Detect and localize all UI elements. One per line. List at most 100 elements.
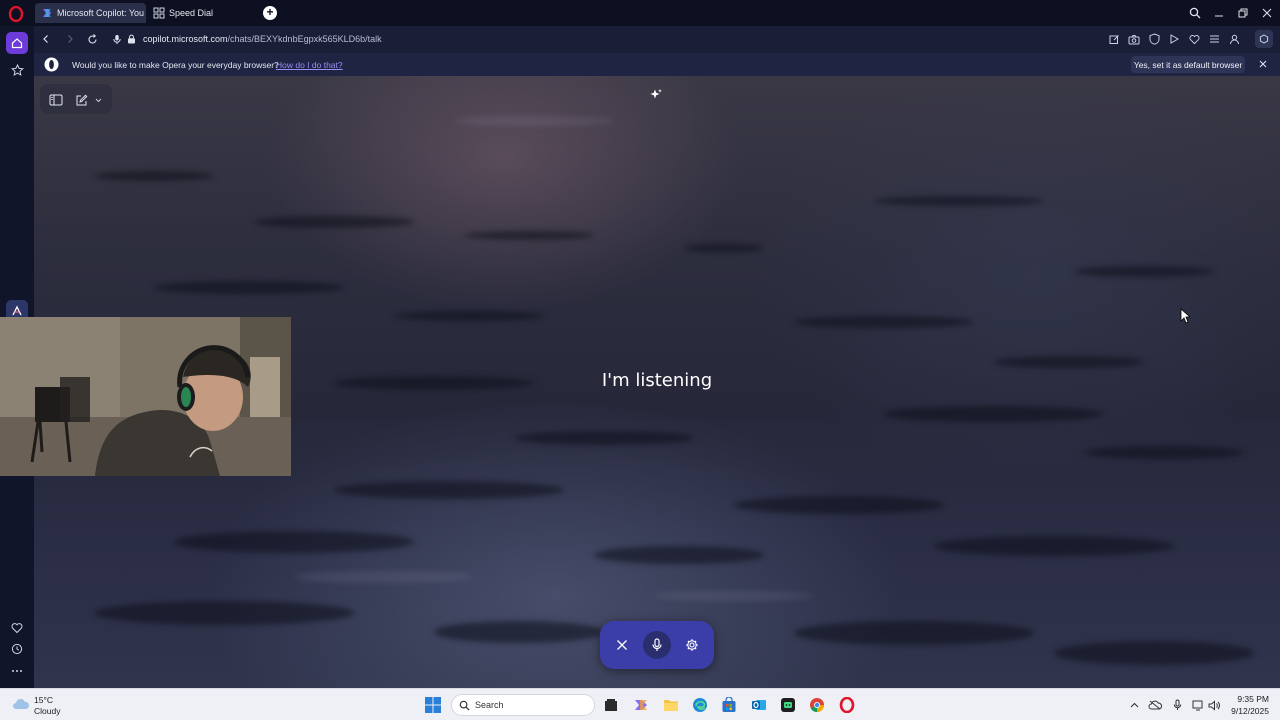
- taskbar-app-green[interactable]: [779, 696, 797, 714]
- banner-message: Would you like to make Opera your everyd…: [72, 60, 279, 70]
- new-chat-options-button[interactable]: [93, 92, 103, 108]
- banner-help-link[interactable]: How do I do that?: [276, 60, 343, 70]
- my-flow-heart-icon[interactable]: [1187, 32, 1201, 46]
- background-ripple: [994, 356, 1144, 368]
- profile-icon[interactable]: [1227, 32, 1241, 46]
- lock-icon[interactable]: [123, 31, 139, 47]
- sidebar-history-button[interactable]: [6, 638, 28, 660]
- vpn-shield-icon[interactable]: [1147, 32, 1161, 46]
- show-hidden-icons-button[interactable]: [1127, 698, 1141, 712]
- windows-logo-icon: [425, 697, 441, 713]
- sidebar-bookmarks-button[interactable]: [6, 59, 28, 81]
- chevron-left-icon: [43, 35, 48, 43]
- background-ripple: [794, 621, 1034, 645]
- mouse-cursor-icon: [1180, 308, 1190, 324]
- weather-temperature: 15°C: [34, 695, 53, 705]
- tab-search-icon[interactable]: [1186, 4, 1204, 22]
- background-ripple: [174, 531, 414, 553]
- taskbar-store[interactable]: [720, 696, 738, 714]
- outlook-icon: [752, 700, 766, 710]
- reload-button[interactable]: [84, 31, 100, 47]
- opera-menu-icon[interactable]: [8, 6, 24, 22]
- background-ripple: [684, 244, 764, 252]
- aria-extension-icon[interactable]: [1255, 30, 1273, 48]
- edge-icon: [693, 698, 707, 712]
- tab-label: Microsoft Copilot: You: [57, 8, 145, 18]
- background-ripple: [334, 481, 564, 499]
- background-ripple: [94, 601, 354, 625]
- sidebar-toggle-button[interactable]: [48, 92, 64, 108]
- sidebar-home-button[interactable]: [6, 32, 28, 54]
- background-ripple: [254, 216, 414, 228]
- settings-icon: [686, 639, 698, 651]
- close-icon: [1259, 60, 1267, 68]
- background-ripple: [734, 496, 944, 514]
- app-icon: [12, 305, 22, 316]
- voice-controls: [600, 621, 714, 669]
- copilot-favicon-icon: [43, 9, 51, 17]
- panel-icon: [49, 94, 63, 106]
- onedrive-status-icon[interactable]: [1148, 698, 1162, 712]
- chevron-down-icon: [95, 98, 101, 102]
- url-host: copilot.microsoft.com: [143, 34, 228, 44]
- sidebar-more-button[interactable]: [6, 660, 28, 682]
- address-bar-url[interactable]: copilot.microsoft.com/chats/BEXYkdnbEgpx…: [143, 34, 382, 44]
- close-icon: [617, 640, 627, 650]
- windows-taskbar: 15°C Cloudy Search 9:35 PM 9/12/2025: [0, 688, 1280, 720]
- edit-page-icon[interactable]: [1107, 32, 1121, 46]
- microphone-icon: [652, 638, 662, 651]
- snapshot-camera-icon[interactable]: [1127, 32, 1141, 46]
- banner-close-button[interactable]: [1256, 57, 1270, 71]
- background-ripple: [884, 406, 1104, 422]
- restore-button[interactable]: [1234, 4, 1252, 22]
- taskbar-search-box[interactable]: Search: [451, 694, 595, 716]
- close-window-button[interactable]: [1258, 4, 1276, 22]
- player-play-icon[interactable]: [1167, 32, 1181, 46]
- tab-label: Speed Dial: [169, 8, 214, 18]
- speed-dial-grid-icon: [153, 7, 165, 19]
- task-view-button[interactable]: [602, 696, 620, 714]
- background-ripple: [394, 311, 544, 321]
- background-ripple: [1054, 641, 1254, 665]
- background-highlight: [654, 591, 814, 601]
- new-tab-button[interactable]: +: [263, 6, 277, 20]
- set-default-browser-button[interactable]: Yes, set it as default browser: [1131, 56, 1245, 73]
- tab-speed-dial[interactable]: Speed Dial: [147, 3, 257, 23]
- taskbar-outlook[interactable]: [750, 696, 768, 714]
- volume-icon[interactable]: [1207, 698, 1221, 712]
- chevron-up-icon: [1130, 702, 1138, 708]
- background-ripple: [594, 546, 764, 564]
- background-ripple: [874, 196, 1044, 206]
- tab-copilot[interactable]: Microsoft Copilot: You: [35, 3, 146, 23]
- display-icon[interactable]: [1191, 698, 1205, 712]
- background-ripple: [934, 536, 1174, 556]
- easy-setup-menu-icon[interactable]: [1207, 32, 1221, 46]
- minimize-button[interactable]: [1210, 4, 1228, 22]
- end-voice-button[interactable]: [608, 631, 636, 659]
- clock-time[interactable]: 9:35 PM: [1225, 694, 1269, 704]
- home-icon: [11, 38, 23, 49]
- taskbar-file-explorer[interactable]: [662, 696, 680, 714]
- voice-settings-button[interactable]: [678, 631, 706, 659]
- start-button[interactable]: [424, 696, 442, 714]
- background-highlight: [294, 571, 474, 583]
- taskbar-edge[interactable]: [691, 696, 709, 714]
- copilot-icon: [635, 700, 647, 710]
- cloud-icon[interactable]: [12, 698, 30, 710]
- forward-button[interactable]: [62, 31, 78, 47]
- taskbar-copilot-app[interactable]: [632, 696, 650, 714]
- sparkle-icon: [650, 89, 662, 99]
- taskbar-chrome[interactable]: [808, 696, 826, 714]
- task-view-icon: [605, 699, 617, 711]
- microphone-tray-icon[interactable]: [1170, 698, 1184, 712]
- background-ripple: [1074, 266, 1214, 277]
- new-chat-button[interactable]: [73, 92, 89, 108]
- clock-date[interactable]: 9/12/2025: [1225, 706, 1269, 716]
- mute-microphone-button[interactable]: [643, 631, 671, 659]
- conversation-toolbar: [40, 84, 112, 114]
- webcam-overlay: [0, 317, 291, 476]
- sidebar-favorites-button[interactable]: [6, 617, 28, 639]
- heart-icon: [11, 623, 23, 634]
- back-button[interactable]: [38, 31, 54, 47]
- taskbar-opera[interactable]: [838, 696, 856, 714]
